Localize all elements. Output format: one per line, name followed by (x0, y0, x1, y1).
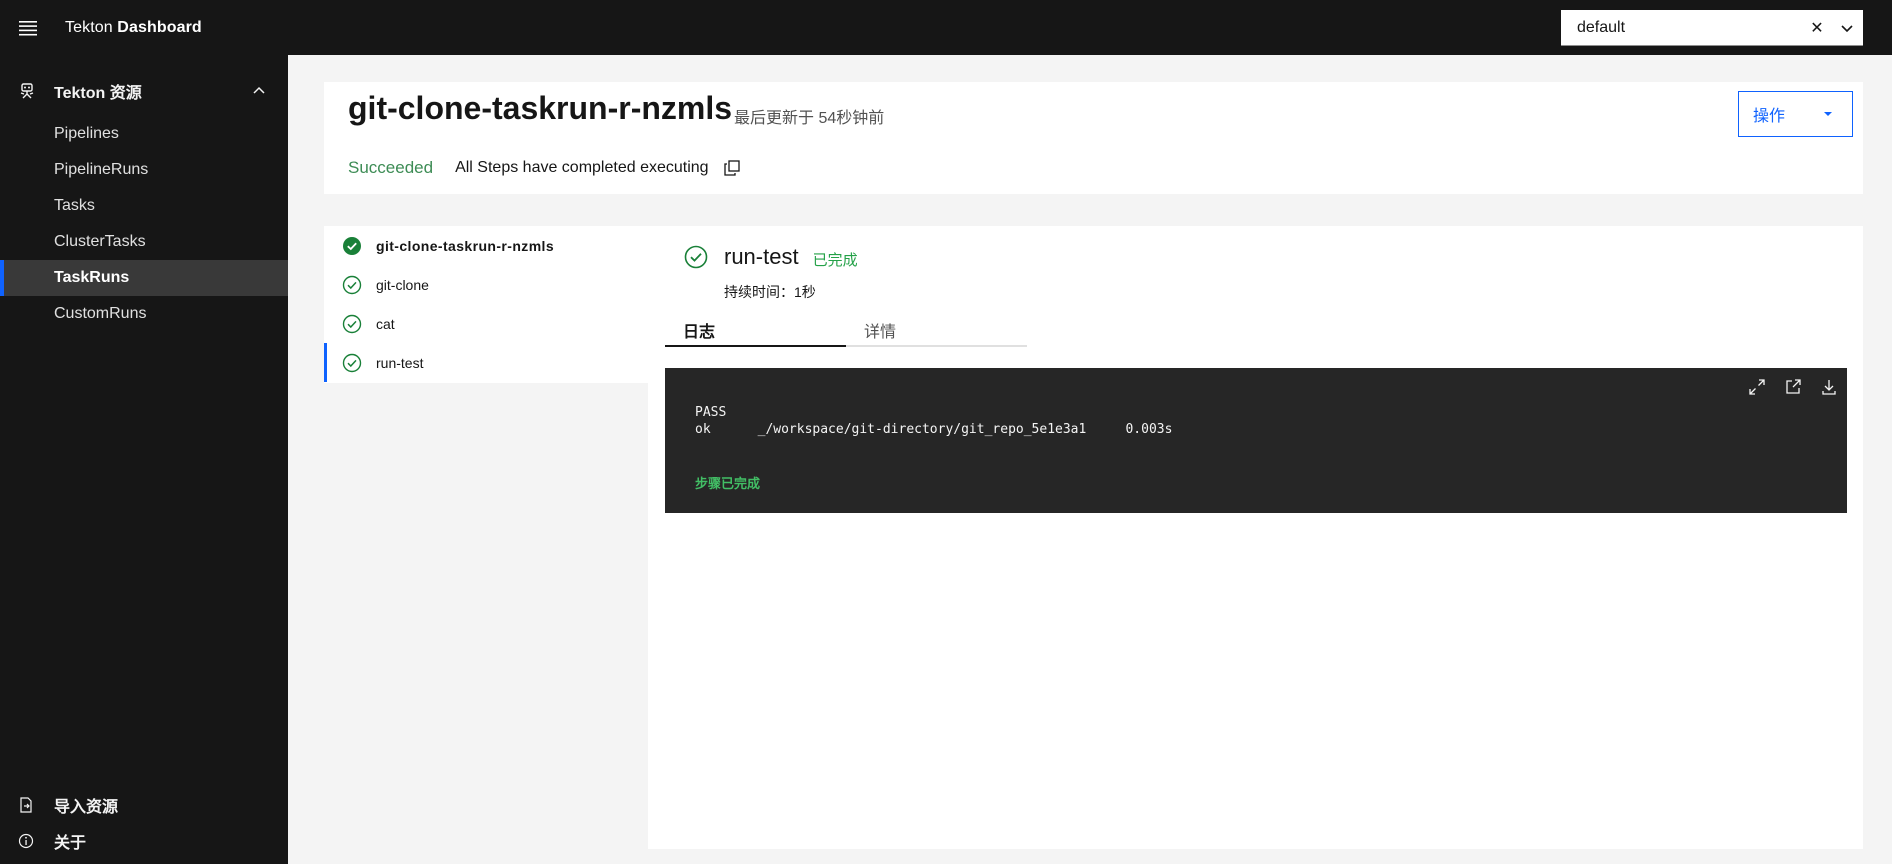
tab-logs[interactable]: 日志 (665, 314, 846, 347)
actions-dropdown-button[interactable]: 操作 (1738, 91, 1853, 137)
step-item-git-clone[interactable]: git-clone (324, 265, 648, 304)
status-badge: Succeeded (348, 158, 434, 177)
tekton-robot-icon (20, 83, 34, 99)
taskrun-header-card: git-clone-taskrun-r-nzmls 最后更新于 54秒钟前 操作… (324, 82, 1863, 194)
sidebar-item-pipelineruns[interactable]: PipelineRuns (0, 152, 288, 188)
step-tabs: 日志 详情 (665, 314, 1027, 347)
status-line: Succeeded All Steps have completed execu… (348, 158, 741, 178)
namespace-value[interactable]: default (1577, 19, 1803, 37)
hamburger-menu-button[interactable] (0, 0, 55, 55)
namespace-select[interactable]: default ✕ (1561, 10, 1863, 46)
log-viewer: PASS ok _/workspace/git-directory/git_re… (665, 368, 1847, 513)
hamburger-menu-icon (18, 20, 37, 35)
step-item-run-test[interactable]: run-test (324, 343, 648, 382)
step-label: git-clone-taskrun-r-nzmls (376, 237, 555, 254)
maximize-icon[interactable] (1747, 377, 1767, 397)
brand-name: Dashboard (117, 18, 202, 36)
about-label: 关于 (54, 835, 87, 852)
step-duration: 持续时间：1秒 (724, 284, 816, 300)
sidebar-item-taskruns[interactable]: TaskRuns (0, 260, 288, 296)
step-list: git-clone-taskrun-r-nzmls git-clone cat … (324, 226, 648, 383)
page-title: git-clone-taskrun-r-nzmls (348, 90, 733, 126)
step-label: git-clone (376, 276, 429, 293)
status-message: All Steps have completed executing (455, 159, 709, 176)
actions-label: 操作 (1753, 108, 1786, 125)
tab-details[interactable]: 详情 (846, 314, 1027, 347)
step-detail-header: run-test 已完成 (684, 244, 858, 270)
step-label: cat (376, 315, 395, 332)
log-step-complete: 步骤已完成 (695, 476, 761, 491)
step-label: run-test (376, 354, 424, 371)
brand-prefix: Tekton (65, 18, 113, 36)
sidebar: Tekton 资源 Pipelines PipelineRuns Tasks C… (0, 55, 288, 864)
app-brand[interactable]: Tekton Dashboard (65, 19, 202, 37)
sidebar-group-tekton-resources[interactable]: Tekton 资源 (0, 66, 288, 116)
sidebar-item-import-resources[interactable]: 导入资源 (0, 787, 288, 823)
sidebar-group-label: Tekton 资源 (54, 85, 142, 102)
caret-down-icon (1824, 112, 1832, 116)
chevron-up-icon (253, 86, 265, 94)
info-icon (18, 833, 34, 849)
success-outline-icon (342, 275, 362, 294)
log-line: ok _/workspace/git-directory/git_repo_5e… (695, 422, 1173, 437)
step-item-taskrun[interactable]: git-clone-taskrun-r-nzmls (324, 226, 648, 265)
step-status: 已完成 (812, 251, 858, 269)
last-updated-text: 最后更新于 54秒钟前 (734, 110, 885, 127)
top-bar: Tekton Dashboard default ✕ (0, 0, 1892, 55)
success-outline-icon (342, 353, 362, 372)
log-toolbar (1747, 377, 1839, 397)
step-detail-panel: run-test 已完成 持续时间：1秒 日志 详情 PASS ok _/wor… (648, 226, 1863, 849)
log-line: PASS (695, 405, 727, 420)
sidebar-item-customruns[interactable]: CustomRuns (0, 296, 288, 332)
success-outline-icon (684, 245, 708, 269)
chevron-down-icon[interactable] (1831, 21, 1863, 35)
sidebar-item-about[interactable]: 关于 (0, 823, 288, 859)
sidebar-item-tasks[interactable]: Tasks (0, 188, 288, 224)
clear-namespace-icon[interactable]: ✕ (1803, 18, 1831, 38)
step-name: run-test (724, 244, 799, 269)
step-item-cat[interactable]: cat (324, 304, 648, 343)
download-icon[interactable] (1819, 377, 1839, 397)
sidebar-item-clustertasks[interactable]: ClusterTasks (0, 224, 288, 260)
success-outline-icon (342, 314, 362, 333)
sidebar-item-pipelines[interactable]: Pipelines (0, 116, 288, 152)
success-filled-icon (343, 236, 361, 255)
sidebar-footer: 导入资源 关于 (0, 787, 288, 864)
import-resources-label: 导入资源 (54, 799, 119, 816)
copy-icon[interactable] (723, 159, 741, 177)
import-icon (20, 797, 32, 813)
open-in-new-window-icon[interactable] (1783, 377, 1803, 397)
